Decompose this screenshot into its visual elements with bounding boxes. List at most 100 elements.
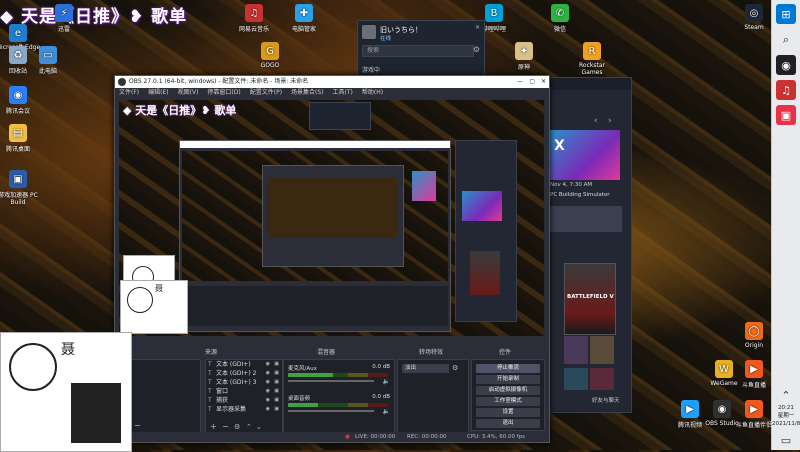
eye-icon[interactable]: ◉ xyxy=(266,360,270,369)
featured-game-cover[interactable]: BATTLEFIELD V xyxy=(564,263,616,335)
desktop-icon-left-5[interactable]: ▣ 游戏加速器 PC Build xyxy=(0,170,42,206)
nested-preview xyxy=(182,151,448,281)
store-thumb[interactable] xyxy=(590,336,614,364)
desktop-icon-top-label: 微信 xyxy=(553,26,566,33)
maximize-icon[interactable]: ▢ xyxy=(529,76,535,88)
menu-item[interactable]: 场景集合(S) xyxy=(291,89,324,96)
source-row[interactable]: T 文本 (GDI+) 3 ◉ ▣ xyxy=(206,378,282,387)
speaker-icon[interactable]: 🔈 xyxy=(383,378,390,385)
chevron-up-icon[interactable]: ⌃ xyxy=(776,385,796,405)
store-thumb[interactable] xyxy=(564,368,588,390)
obs-menubar: 文件(F) 编辑(E) 视图(V) 停靠窗口(D) 配置文件(P) 场景集合(S) 工具(T… xyxy=(115,88,549,98)
menu-item[interactable]: 文件(F) xyxy=(119,89,139,96)
app-taskbar-icon[interactable]: ▣ xyxy=(776,105,796,125)
notification-icon[interactable]: ▭ xyxy=(776,430,796,450)
source-row[interactable]: T 文本 (GDI+) 2 ◉ ▣ xyxy=(206,369,282,378)
chevron-left-icon[interactable]: ‹ xyxy=(594,116,598,126)
volume-slider[interactable] xyxy=(288,410,374,412)
friends-search-input[interactable]: 搜索 xyxy=(362,45,474,57)
desktop-icon-top-1[interactable]: ♫ 网易云音乐 xyxy=(230,4,278,33)
eye-icon[interactable]: ◉ xyxy=(266,387,270,396)
desktop-icon-top-label: 网易云音乐 xyxy=(238,26,269,33)
sources-dock[interactable]: T 文本 (GDI+) ◉ ▣ T 文本 (GDI+) 2 ◉ ▣ T 文本 (GDI+) 3 ◉ ▣… xyxy=(205,359,283,433)
desktop-icon-top-3[interactable]: G GOGO xyxy=(246,42,294,69)
desktop-icon-top-0[interactable]: ⚡ 迅雷 xyxy=(40,4,88,33)
desktop-icon-right-icon: ◯ xyxy=(745,322,763,340)
store-banner[interactable]: X xyxy=(550,130,620,180)
source-row[interactable]: T 窗口 ◉ ▣ xyxy=(206,387,282,396)
lock-icon[interactable]: ▣ xyxy=(274,396,279,405)
menu-item[interactable]: 编辑(E) xyxy=(148,89,168,96)
obs-window[interactable]: OBS 27.0.1 (64-bit, windows) - 配置文件: 未命名… xyxy=(114,75,550,443)
chevron-down-icon[interactable]: ⌄ xyxy=(256,423,262,431)
lock-icon[interactable]: ▣ xyxy=(274,369,279,378)
controls-dock[interactable]: 停止推流开始录制启动虚拟摄像机 工作室模式设置退出 xyxy=(471,359,545,431)
source-row[interactable]: T 捕获 ◉ ▣ xyxy=(206,396,282,405)
desktop-icon-left-3[interactable]: ◉ 腾讯会议 xyxy=(0,86,42,115)
remove-source-icon[interactable]: − xyxy=(222,422,229,431)
clock-time[interactable]: 20:21 xyxy=(772,405,800,412)
desktop-icon-left-2[interactable]: ▭ 此电脑 xyxy=(24,46,72,75)
menu-item[interactable]: 视图(V) xyxy=(178,89,199,96)
remove-scene-icon[interactable]: − xyxy=(134,421,141,430)
menu-item[interactable]: 帮助(H) xyxy=(362,89,383,96)
source-row[interactable]: T 显示器采集 ◉ ▣ xyxy=(206,405,282,414)
store-panel[interactable]: ‹ › X Nov 4, 7:30 AM PC Building Simulat… xyxy=(545,77,632,413)
add-source-icon[interactable]: + xyxy=(210,422,217,431)
desktop-icon-left-label: 腾讯桌面 xyxy=(5,146,30,153)
control-button[interactable]: 工作室模式 xyxy=(476,397,540,406)
gear-icon[interactable]: ⚙ xyxy=(473,45,480,54)
desktop-icon-left-icon: ▣ xyxy=(9,170,27,188)
control-button[interactable]: 停止推流 xyxy=(476,364,540,373)
desktop-icon-top-6[interactable]: ✦ 原神 xyxy=(500,42,548,71)
chevron-right-icon[interactable]: › xyxy=(608,116,612,126)
control-button[interactable]: 设置 xyxy=(476,408,540,417)
eye-icon[interactable]: ◉ xyxy=(266,378,270,387)
eye-icon[interactable]: ◉ xyxy=(266,369,270,378)
chevron-up-icon[interactable]: ⌃ xyxy=(246,423,252,431)
desktop-icon-right-icon: ◉ xyxy=(713,400,731,418)
transitions-dock[interactable]: 淡出 ⚙ xyxy=(397,359,469,433)
lock-icon[interactable]: ▣ xyxy=(274,360,279,369)
store-thumb[interactable] xyxy=(590,368,614,390)
menu-item[interactable]: 配置文件(P) xyxy=(250,89,282,96)
clock-date: 2021/11/8 xyxy=(772,421,800,427)
menu-item[interactable]: 停靠窗口(D) xyxy=(207,89,240,96)
source-row[interactable]: T 文本 (GDI+) ◉ ▣ xyxy=(206,360,282,369)
close-icon[interactable]: ✕ xyxy=(475,24,480,31)
lock-icon[interactable]: ▣ xyxy=(274,378,279,387)
start-icon[interactable]: ⊞ xyxy=(776,4,796,24)
lock-icon[interactable]: ▣ xyxy=(274,387,279,396)
desktop-icon-top-2[interactable]: ✚ 电脑管家 xyxy=(280,4,328,33)
store-thumb[interactable] xyxy=(564,336,588,364)
transition-select[interactable]: 淡出 xyxy=(402,364,449,373)
desktop-icon-left-icon: ◉ xyxy=(9,86,27,104)
search-icon[interactable]: ⌕ xyxy=(776,30,796,50)
minimize-icon[interactable]: — xyxy=(517,76,523,88)
volume-slider[interactable] xyxy=(288,380,374,382)
gear-icon[interactable]: ⚙ xyxy=(452,364,458,372)
webcam-small: 聂 xyxy=(120,280,188,334)
friends-chat-button[interactable]: 好友与聊天 xyxy=(592,396,620,404)
desktop-icon-left-4[interactable]: ▤ 腾讯桌面 xyxy=(0,124,42,153)
store-card[interactable] xyxy=(550,206,622,232)
close-icon[interactable]: ✕ xyxy=(541,76,546,88)
eye-icon[interactable]: ◉ xyxy=(266,396,270,405)
desktop-icon-top-label: GOGO xyxy=(260,62,280,69)
gear-icon[interactable]: ⚙ xyxy=(234,423,240,431)
control-button[interactable]: 开始录制 xyxy=(476,375,540,384)
control-button[interactable]: 退出 xyxy=(476,419,540,428)
desktop-icon-left-label: 游戏加速器 PC Build xyxy=(0,192,38,206)
menu-item[interactable]: 工具(T) xyxy=(333,89,353,96)
avatar[interactable] xyxy=(362,25,376,39)
friends-popup[interactable]: 旧いうちら！ 在线 ✕ 搜索 ⚙ 游戏中 xyxy=(357,20,485,78)
lock-icon[interactable]: ▣ xyxy=(274,405,279,414)
eye-icon[interactable]: ◉ xyxy=(266,405,270,414)
mixer-dock[interactable]: 麦克风/Aux 0.0 dB 🔈 桌面音频 0.0 dB 🔈 xyxy=(283,359,395,433)
music-taskbar-icon[interactable]: ♫ xyxy=(776,80,796,100)
obs-taskbar-icon[interactable]: ◉ xyxy=(776,55,796,75)
desktop-icon-top-4[interactable]: R Rockstar Games xyxy=(568,42,616,76)
desktop-icon-top-5[interactable]: ✆ 微信 xyxy=(536,4,584,33)
speaker-icon[interactable]: 🔈 xyxy=(383,408,390,415)
control-button[interactable]: 启动虚拟摄像机 xyxy=(476,386,540,395)
